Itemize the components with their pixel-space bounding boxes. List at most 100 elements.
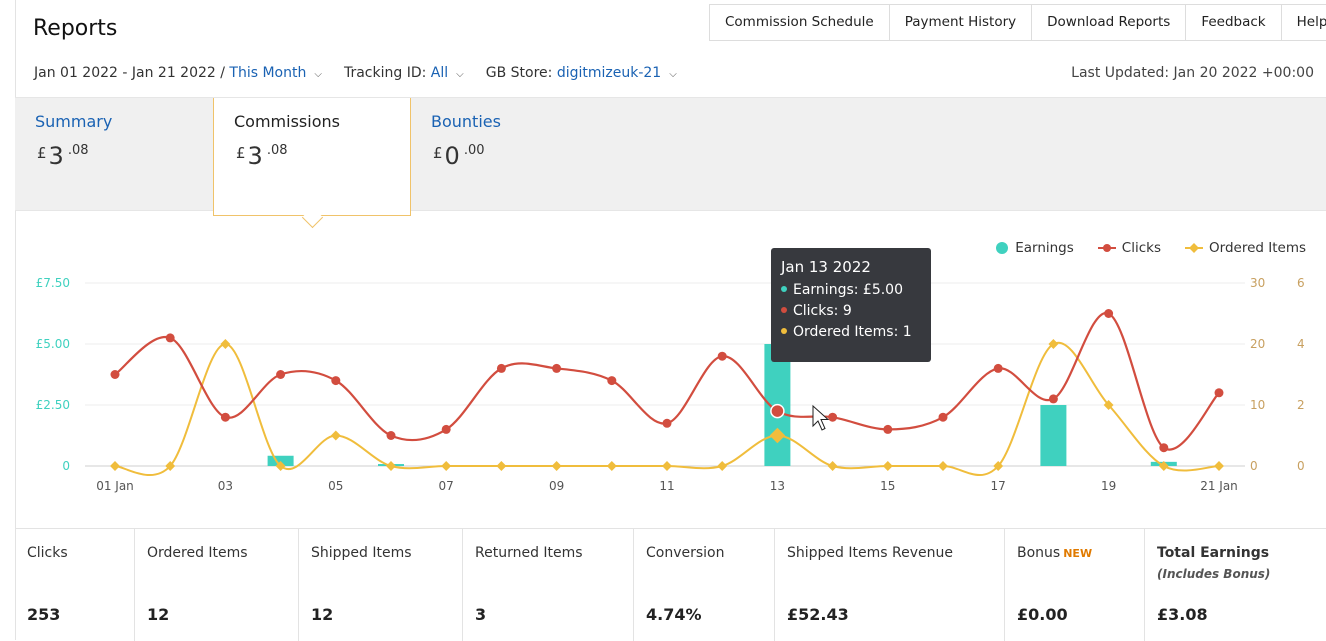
legend-clicks[interactable]: Clicks	[1097, 240, 1161, 256]
x-tick-label: 15	[880, 479, 895, 493]
x-tick-label: 17	[991, 479, 1006, 493]
x-tick-label: 07	[439, 479, 454, 493]
ordered-items-point	[606, 461, 617, 471]
legend-ordered-items[interactable]: Ordered Items	[1185, 240, 1306, 256]
report-tabs: Summary £3.08 Commissions £3.08 Bounties…	[15, 97, 1326, 229]
clicks-point	[552, 363, 562, 373]
ordered-items-point	[938, 461, 948, 471]
chevron-down-icon[interactable]: ⌵	[314, 69, 322, 80]
stats-summary: Clicks 253 Ordered Items 12 Shipped Items 1…	[15, 528, 1326, 641]
period-dropdown[interactable]: This Month	[229, 65, 306, 81]
x-tick-label: 21 Jan	[1200, 479, 1238, 493]
ordered-items-point	[882, 461, 893, 471]
y-right-items-tick-label: 2	[1297, 398, 1305, 412]
ordered-items-point	[441, 461, 452, 471]
clicks-point	[828, 412, 838, 422]
tab-commissions[interactable]: Commissions £3.08	[213, 98, 411, 229]
clicks-point	[386, 431, 396, 440]
ordered-items-point	[386, 461, 396, 471]
stat-bonus: Bonus NEW £0.00	[1005, 529, 1145, 641]
clicks-point	[276, 370, 286, 379]
mouse-cursor-icon	[812, 404, 830, 431]
y-left-tick-label: £5.00	[36, 337, 70, 351]
y-right-clicks-tick-label: 10	[1250, 398, 1265, 412]
commission-schedule-link[interactable]: Commission Schedule	[709, 4, 889, 40]
page-title: Reports	[33, 16, 118, 41]
clicks-point	[607, 376, 617, 386]
clicks-point	[770, 403, 785, 419]
stat-shipped-revenue: Shipped Items Revenue £52.43	[775, 529, 1005, 641]
tab-label: Summary	[35, 112, 113, 131]
stat-clicks: Clicks 253	[15, 529, 135, 641]
clicks-point	[331, 376, 341, 386]
stat-shipped-items: Shipped Items 12	[299, 529, 463, 641]
chart-tooltip: Jan 13 2022 Earnings: £5.00 Clicks: 9 Or…	[771, 248, 931, 362]
top-links: Commission Schedule Payment History Down…	[709, 4, 1326, 41]
tracking-id-label: Tracking ID:	[343, 65, 427, 81]
tab-bounties[interactable]: Bounties £0.00	[411, 98, 609, 210]
tab-label: Commissions	[234, 112, 340, 131]
clicks-point	[1048, 394, 1058, 404]
clicks-point	[441, 424, 451, 434]
ordered-items-point	[330, 430, 341, 441]
clicks-point	[165, 333, 175, 343]
new-badge: NEW	[1063, 547, 1093, 560]
store-label: GB Store:	[485, 65, 553, 81]
ordered-items-point	[551, 461, 562, 471]
clicks-point	[993, 363, 1003, 373]
x-tick-label: 09	[549, 479, 564, 493]
y-right-items-tick-label: 4	[1297, 337, 1305, 351]
clicks-point	[110, 370, 120, 379]
x-tick-label: 19	[1101, 479, 1116, 493]
clicks-point	[1214, 388, 1224, 398]
clicks-point	[717, 351, 727, 361]
tab-amount: £0.00	[433, 142, 485, 170]
chart-legend: Earnings Clicks Ordered Items	[995, 240, 1306, 256]
y-right-clicks-tick-label: 0	[1250, 459, 1258, 473]
tab-summary[interactable]: Summary £3.08	[15, 98, 213, 210]
download-reports-link[interactable]: Download Reports	[1031, 4, 1186, 40]
filter-bar: Jan 01 2022 - Jan 21 2022 / This Month ⌵…	[34, 65, 699, 81]
clicks-point	[662, 418, 672, 428]
clicks-point	[883, 424, 893, 434]
clicks-point	[496, 363, 506, 373]
feedback-link[interactable]: Feedback	[1185, 4, 1281, 40]
ordered-items-point	[1214, 461, 1224, 471]
ordered-items-point	[717, 461, 728, 471]
payment-history-link[interactable]: Payment History	[888, 4, 1032, 40]
ordered-items-point	[827, 461, 838, 471]
last-updated: Last Updated: Jan 20 2022 +00:00	[1071, 65, 1314, 81]
clicks-point	[938, 412, 948, 422]
tracking-id-dropdown[interactable]: All	[431, 65, 448, 81]
stat-returned-items: Returned Items 3	[463, 529, 634, 641]
y-right-items-tick-label: 6	[1297, 276, 1305, 290]
x-tick-label: 01 Jan	[96, 479, 134, 493]
tab-label: Bounties	[431, 112, 501, 131]
y-left-tick-label: £2.50	[36, 398, 70, 412]
ordered-items-point	[662, 461, 672, 471]
earnings-chart: 0 0 0 £2.50 10 2 £5.00 20 4 £7.50 30 6 01 Jan 03 05 07 0…	[36, 276, 1305, 493]
tooltip-earnings: Earnings: £5.00	[781, 282, 921, 298]
chevron-down-icon[interactable]: ⌵	[456, 69, 464, 80]
legend-earnings[interactable]: Earnings	[995, 240, 1074, 256]
ordered-items-point	[110, 461, 120, 471]
date-range-text: Jan 01 2022 - Jan 21 2022 /	[34, 65, 225, 81]
tooltip-date: Jan 13 2022	[781, 258, 871, 276]
chevron-down-icon[interactable]: ⌵	[669, 69, 677, 80]
y-right-clicks-tick-label: 30	[1250, 276, 1265, 290]
tab-amount: £3.08	[37, 142, 89, 170]
tooltip-ordered: Ordered Items: 1	[781, 324, 921, 340]
clicks-point	[1104, 309, 1114, 318]
help-link[interactable]: Help	[1280, 4, 1326, 40]
y-left-tick-label: 0	[62, 459, 70, 473]
tab-amount: £3.08	[236, 142, 288, 170]
stat-ordered-items: Ordered Items 12	[135, 529, 299, 641]
y-right-items-tick-label: 0	[1297, 459, 1305, 473]
tooltip-clicks: Clicks: 9	[781, 303, 921, 319]
store-dropdown[interactable]: digitmizeuk-21	[557, 65, 661, 81]
x-tick-label: 03	[218, 479, 233, 493]
stat-total-earnings: Total Earnings (Includes Bonus) £3.08	[1157, 545, 1271, 624]
earnings-bar	[1040, 405, 1067, 466]
y-right-clicks-tick-label: 20	[1250, 337, 1265, 351]
y-left-tick-label: £7.50	[36, 276, 70, 290]
